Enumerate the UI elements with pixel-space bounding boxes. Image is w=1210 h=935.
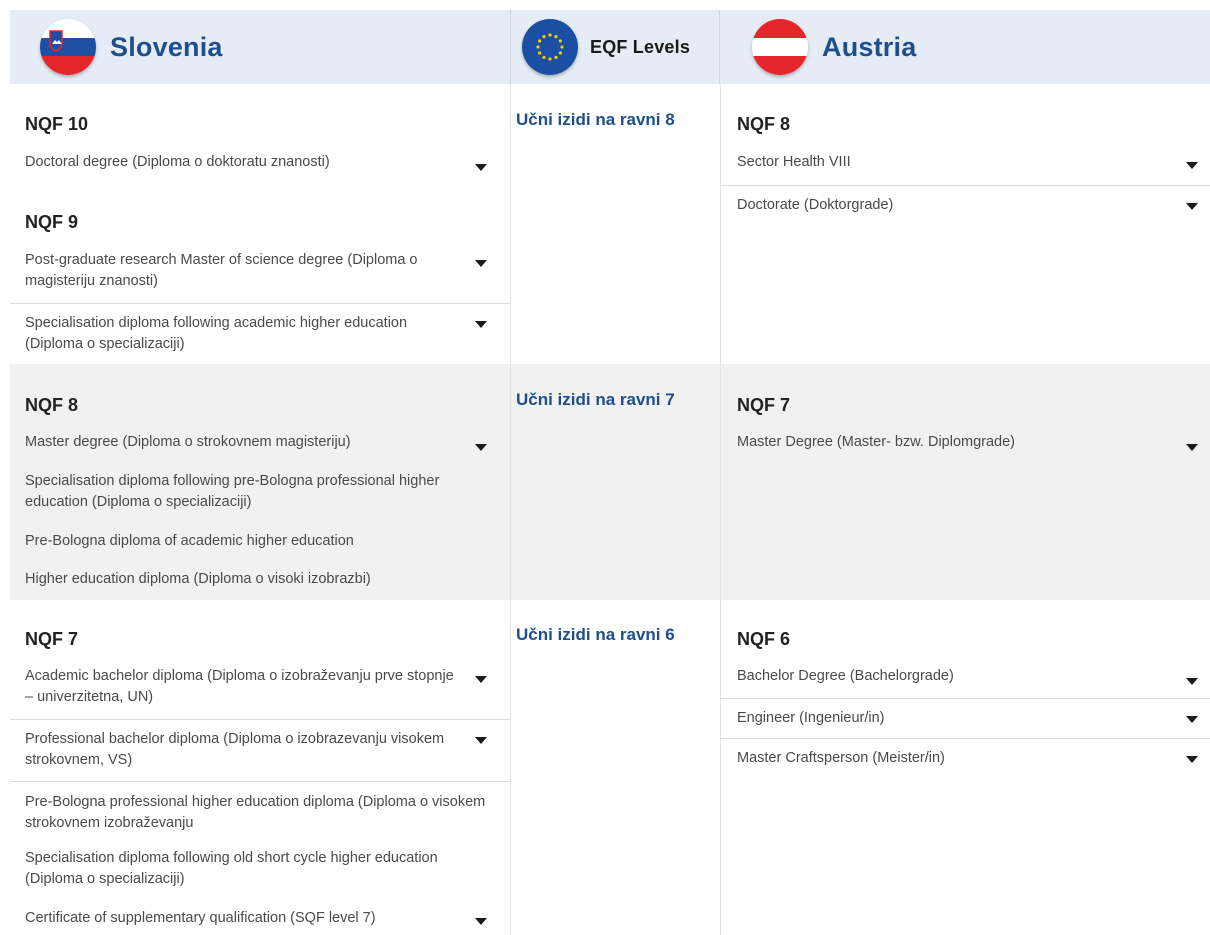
qualification-label: Professional bachelor diploma (Diploma o… — [25, 731, 445, 768]
austria-flag-icon — [752, 19, 808, 75]
chevron-down-icon[interactable] — [1186, 716, 1198, 723]
qualification-label: Higher education diploma (Diploma o viso… — [25, 571, 371, 587]
column-divider — [510, 364, 511, 600]
eqf-level-label: Učni izidi na ravni 8 — [516, 110, 675, 129]
qualification-row: Specialisation diploma following pre-Bol… — [25, 471, 495, 515]
qualification-row[interactable]: Specialisation diploma following academi… — [10, 303, 510, 355]
austria-nqf-heading: NQF 6 — [737, 629, 791, 649]
qualification-row[interactable]: Professional bachelor diploma (Diploma o… — [10, 719, 510, 781]
qualification-label: Post-graduate research Master of science… — [25, 252, 418, 289]
qualification-row[interactable]: Doctoral degree (Diploma o doktoratu zna… — [25, 152, 510, 186]
chevron-down-icon[interactable] — [1186, 162, 1198, 169]
slovenia-title: Slovenia — [110, 31, 223, 62]
level-band-8: NQF 10 Doctoral degree (Diploma o doktor… — [10, 84, 1210, 364]
eqf-level-label: Učni izidi na ravni 7 — [516, 390, 675, 409]
chevron-down-icon[interactable] — [475, 676, 487, 683]
qualification-row[interactable]: Engineer (Ingenieur/in) — [721, 698, 1210, 738]
qualification-row[interactable]: Doctorate (Doktorgrade) — [721, 185, 1210, 219]
qualification-label: Specialisation diploma following pre-Bol… — [25, 473, 440, 510]
qualification-label: Certificate of supplementary qualificati… — [25, 910, 376, 926]
comparison-header: Slovenia EQF Levels Austria — [10, 10, 1210, 84]
qualification-label: Pre-Bologna diploma of academic higher e… — [25, 533, 354, 549]
level-band-7: NQF 8 Master degree (Diploma o strokovne… — [10, 364, 1210, 600]
chevron-down-icon[interactable] — [1186, 678, 1198, 685]
qualification-label: Master Degree (Master- bzw. Diplomgrade) — [737, 434, 1016, 450]
qualification-label: Bachelor Degree (Bachelorgrade) — [737, 668, 954, 684]
chevron-down-icon[interactable] — [475, 260, 487, 267]
qualification-label: Specialisation diploma following academi… — [25, 315, 408, 352]
austria-header: Austria — [720, 10, 1210, 84]
column-divider — [510, 84, 511, 364]
qualification-row: Pre-Bologna professional higher educatio… — [10, 781, 510, 833]
qualification-row[interactable]: Bachelor Degree (Bachelorgrade) — [737, 666, 1210, 698]
austria-nqf-heading: NQF 7 — [737, 395, 791, 415]
qualification-row[interactable]: Master degree (Diploma o strokovnem magi… — [25, 432, 510, 464]
qualification-row: Specialisation diploma following old sho… — [25, 848, 495, 892]
eu-flag-icon — [522, 19, 578, 75]
qualification-label: Doctorate (Doktorgrade) — [737, 197, 894, 213]
eqf-header: EQF Levels — [510, 10, 720, 84]
qualification-label: Engineer (Ingenieur/in) — [737, 710, 885, 726]
chevron-down-icon[interactable] — [475, 737, 487, 744]
slovenia-nqf-heading: NQF 7 — [25, 629, 79, 649]
chevron-down-icon[interactable] — [475, 164, 487, 171]
column-divider — [720, 364, 721, 600]
eqf-title: EQF Levels — [590, 36, 691, 57]
qualification-label: Pre-Bologna professional higher educatio… — [25, 794, 486, 831]
austria-title: Austria — [822, 31, 917, 62]
austria-nqf-heading: NQF 8 — [737, 114, 791, 134]
qualification-row[interactable]: Certificate of supplementary qualificati… — [25, 908, 510, 932]
qualification-row[interactable]: Master Craftsperson (Meister/in) — [721, 738, 1210, 778]
qualification-label: Doctoral degree (Diploma o doktoratu zna… — [25, 154, 330, 170]
slovenia-nqf-heading: NQF 10 — [25, 114, 89, 134]
qualification-row: Pre-Bologna diploma of academic higher e… — [25, 531, 495, 553]
qualification-row[interactable]: Academic bachelor diploma (Diploma o izo… — [25, 666, 510, 718]
column-divider — [510, 600, 511, 935]
level-band-6: NQF 7 Academic bachelor diploma (Diploma… — [10, 600, 1210, 935]
slovenia-nqf-heading: NQF 9 — [25, 212, 79, 232]
qualification-row[interactable]: Sector Health VIII — [737, 152, 1210, 184]
chevron-down-icon[interactable] — [1186, 203, 1198, 210]
eqf-level-label: Učni izidi na ravni 6 — [516, 625, 675, 644]
qualification-row[interactable]: Master Degree (Master- bzw. Diplomgrade) — [737, 432, 1210, 464]
qualification-label: Master degree (Diploma o strokovnem magi… — [25, 434, 351, 450]
chevron-down-icon[interactable] — [475, 321, 487, 328]
qualification-label: Sector Health VIII — [737, 154, 851, 170]
qualification-label: Specialisation diploma following old sho… — [25, 850, 438, 887]
chevron-down-icon[interactable] — [475, 918, 487, 925]
chevron-down-icon[interactable] — [1186, 444, 1198, 451]
qualification-row[interactable]: Post-graduate research Master of science… — [25, 250, 510, 302]
qualification-label: Master Craftsperson (Meister/in) — [737, 750, 945, 766]
qualification-row: Higher education diploma (Diploma o viso… — [25, 569, 495, 591]
qualification-label: Academic bachelor diploma (Diploma o izo… — [25, 668, 454, 705]
slovenia-nqf-heading: NQF 8 — [25, 395, 79, 415]
slovenia-flag-icon — [40, 19, 96, 75]
column-divider — [720, 84, 721, 364]
slovenia-header: Slovenia — [10, 10, 510, 84]
chevron-down-icon[interactable] — [1186, 756, 1198, 763]
chevron-down-icon[interactable] — [475, 444, 487, 451]
